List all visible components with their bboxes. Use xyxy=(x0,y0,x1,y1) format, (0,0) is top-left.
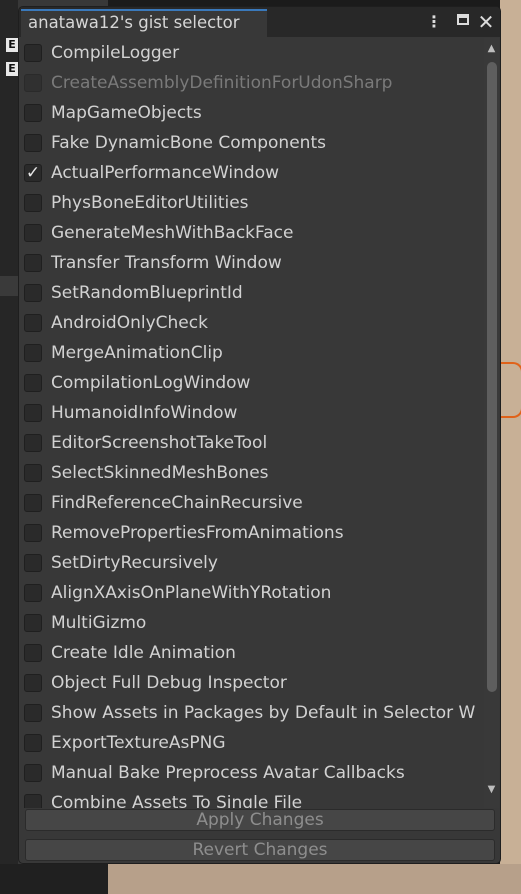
gist-item-label: Combine Assets To Single File xyxy=(51,793,303,808)
gist-item[interactable]: CompileLogger xyxy=(19,38,481,68)
gist-item-label: PhysBoneEditorUtilities xyxy=(51,193,249,213)
gist-checkbox[interactable] xyxy=(24,314,42,332)
gist-checkbox[interactable] xyxy=(24,404,42,422)
background-panel-bottom xyxy=(0,864,108,894)
scrollbar-thumb[interactable] xyxy=(487,62,497,692)
gist-item-label: AndroidOnlyCheck xyxy=(51,313,208,333)
gist-item-label: ExportTextureAsPNG xyxy=(51,733,226,753)
kebab-menu-icon[interactable]: ⋮ xyxy=(425,12,443,32)
gist-item-label: Manual Bake Preprocess Avatar Callbacks xyxy=(51,763,405,783)
gist-checkbox[interactable] xyxy=(24,224,42,242)
gist-item-label: MergeAnimationClip xyxy=(51,343,223,363)
gist-checkbox[interactable] xyxy=(24,464,42,482)
background-hierarchy-panel: E E xyxy=(0,0,18,894)
gist-item[interactable]: FindReferenceChainRecursive xyxy=(19,488,481,518)
gist-item[interactable]: Fake DynamicBone Components xyxy=(19,128,481,158)
gist-checkbox xyxy=(24,74,42,92)
gist-item-label: AlignXAxisOnPlaneWithYRotation xyxy=(51,583,332,603)
gist-item[interactable]: HumanoidInfoWindow xyxy=(19,398,481,428)
background-scene-floor xyxy=(108,864,521,894)
gist-item[interactable]: MapGameObjects xyxy=(19,98,481,128)
gist-checkbox[interactable] xyxy=(24,764,42,782)
revert-changes-button[interactable]: Revert Changes xyxy=(25,839,495,861)
gist-item-label: SetRandomBlueprintId xyxy=(51,283,243,303)
gist-item[interactable]: Manual Bake Preprocess Avatar Callbacks xyxy=(19,758,481,788)
gist-item[interactable]: AlignXAxisOnPlaneWithYRotation xyxy=(19,578,481,608)
gist-checkbox[interactable] xyxy=(24,344,42,362)
gist-item[interactable]: ExportTextureAsPNG xyxy=(19,728,481,758)
gist-item: CreateAssemblyDefinitionForUdonSharp xyxy=(19,68,481,98)
gist-checkbox[interactable] xyxy=(24,524,42,542)
gist-checkbox[interactable] xyxy=(24,434,42,452)
title-bar: anatawa12's gist selector ⋮ ✕ xyxy=(19,7,500,37)
gist-item-label: Create Idle Animation xyxy=(51,643,236,663)
scroll-down-arrow-icon[interactable]: ▼ xyxy=(484,783,499,797)
gist-checkbox[interactable] xyxy=(24,734,42,752)
gist-item-label: FindReferenceChainRecursive xyxy=(51,493,303,513)
scroll-up-arrow-icon[interactable]: ▲ xyxy=(484,42,499,56)
gist-item[interactable]: AndroidOnlyCheck xyxy=(19,308,481,338)
gist-item-label: CreateAssemblyDefinitionForUdonSharp xyxy=(51,73,393,93)
gist-item[interactable]: MultiGizmo xyxy=(19,608,481,638)
background-tag: E xyxy=(6,38,18,52)
gist-checkbox[interactable] xyxy=(24,104,42,122)
gist-item[interactable]: Show Assets in Packages by Default in Se… xyxy=(19,698,481,728)
window-tab[interactable]: anatawa12's gist selector xyxy=(21,9,267,37)
gist-checkbox[interactable] xyxy=(24,194,42,212)
gist-checkbox[interactable] xyxy=(24,644,42,662)
gist-item-label: RemovePropertiesFromAnimations xyxy=(51,523,344,543)
gist-item[interactable]: CompilationLogWindow xyxy=(19,368,481,398)
gist-item-label: MultiGizmo xyxy=(51,613,147,633)
gist-item[interactable]: Object Full Debug Inspector xyxy=(19,668,481,698)
gist-item-label: Object Full Debug Inspector xyxy=(51,673,287,693)
gist-item-label: Transfer Transform Window xyxy=(51,253,282,273)
background-tag: E xyxy=(6,62,18,76)
gist-item-label: EditorScreenshotTakeTool xyxy=(51,433,268,453)
gist-checkbox[interactable] xyxy=(24,254,42,272)
gist-item-label: CompilationLogWindow xyxy=(51,373,251,393)
background-selection-highlight xyxy=(0,276,18,296)
close-icon[interactable]: ✕ xyxy=(477,12,495,32)
gist-list: CompileLogger CreateAssemblyDefinitionFor… xyxy=(19,38,481,808)
gist-item[interactable]: SelectSkinnedMeshBones xyxy=(19,458,481,488)
apply-changes-button[interactable]: Apply Changes xyxy=(25,809,495,831)
gist-checkbox[interactable] xyxy=(24,794,42,808)
gist-item[interactable]: ✓ ActualPerformanceWindow xyxy=(19,158,481,188)
gist-item[interactable]: Transfer Transform Window xyxy=(19,248,481,278)
gist-checkbox[interactable] xyxy=(24,134,42,152)
gist-item[interactable]: MergeAnimationClip xyxy=(19,338,481,368)
gist-item[interactable]: RemovePropertiesFromAnimations xyxy=(19,518,481,548)
maximize-icon[interactable] xyxy=(454,12,472,32)
gist-item-label: HumanoidInfoWindow xyxy=(51,403,238,423)
gist-checkbox[interactable]: ✓ xyxy=(24,164,42,182)
gist-item[interactable]: Combine Assets To Single File xyxy=(19,788,481,808)
gist-checkbox[interactable] xyxy=(24,374,42,392)
gist-item[interactable]: SetDirtyRecursively xyxy=(19,548,481,578)
gist-item-label: CompileLogger xyxy=(51,43,180,63)
gist-item-label: GenerateMeshWithBackFace xyxy=(51,223,294,243)
background-scene-view xyxy=(500,0,521,894)
gist-item-label: ActualPerformanceWindow xyxy=(51,163,280,183)
gist-checkbox[interactable] xyxy=(24,284,42,302)
gist-item[interactable]: Create Idle Animation xyxy=(19,638,481,668)
gist-checkbox[interactable] xyxy=(24,494,42,512)
gist-item[interactable]: SetRandomBlueprintId xyxy=(19,278,481,308)
gist-checkbox[interactable] xyxy=(24,704,42,722)
gist-item[interactable]: PhysBoneEditorUtilities xyxy=(19,188,481,218)
gist-checkbox[interactable] xyxy=(24,584,42,602)
vertical-scrollbar[interactable]: ▲ ▼ xyxy=(484,38,499,808)
gist-item-label: SelectSkinnedMeshBones xyxy=(51,463,269,483)
gist-selector-window: anatawa12's gist selector ⋮ ✕ CompileLog… xyxy=(18,6,501,864)
gist-item-label: Fake DynamicBone Components xyxy=(51,133,326,153)
gist-item-label: Show Assets in Packages by Default in Se… xyxy=(51,703,476,723)
gist-checkbox[interactable] xyxy=(24,614,42,632)
gist-item[interactable]: GenerateMeshWithBackFace xyxy=(19,218,481,248)
background-selection-outline xyxy=(500,362,521,418)
gist-checkbox[interactable] xyxy=(24,674,42,692)
gist-item[interactable]: EditorScreenshotTakeTool xyxy=(19,428,481,458)
gist-item-label: SetDirtyRecursively xyxy=(51,553,218,573)
gist-checkbox[interactable] xyxy=(24,44,42,62)
gist-checkbox[interactable] xyxy=(24,554,42,572)
gist-item-label: MapGameObjects xyxy=(51,103,202,123)
